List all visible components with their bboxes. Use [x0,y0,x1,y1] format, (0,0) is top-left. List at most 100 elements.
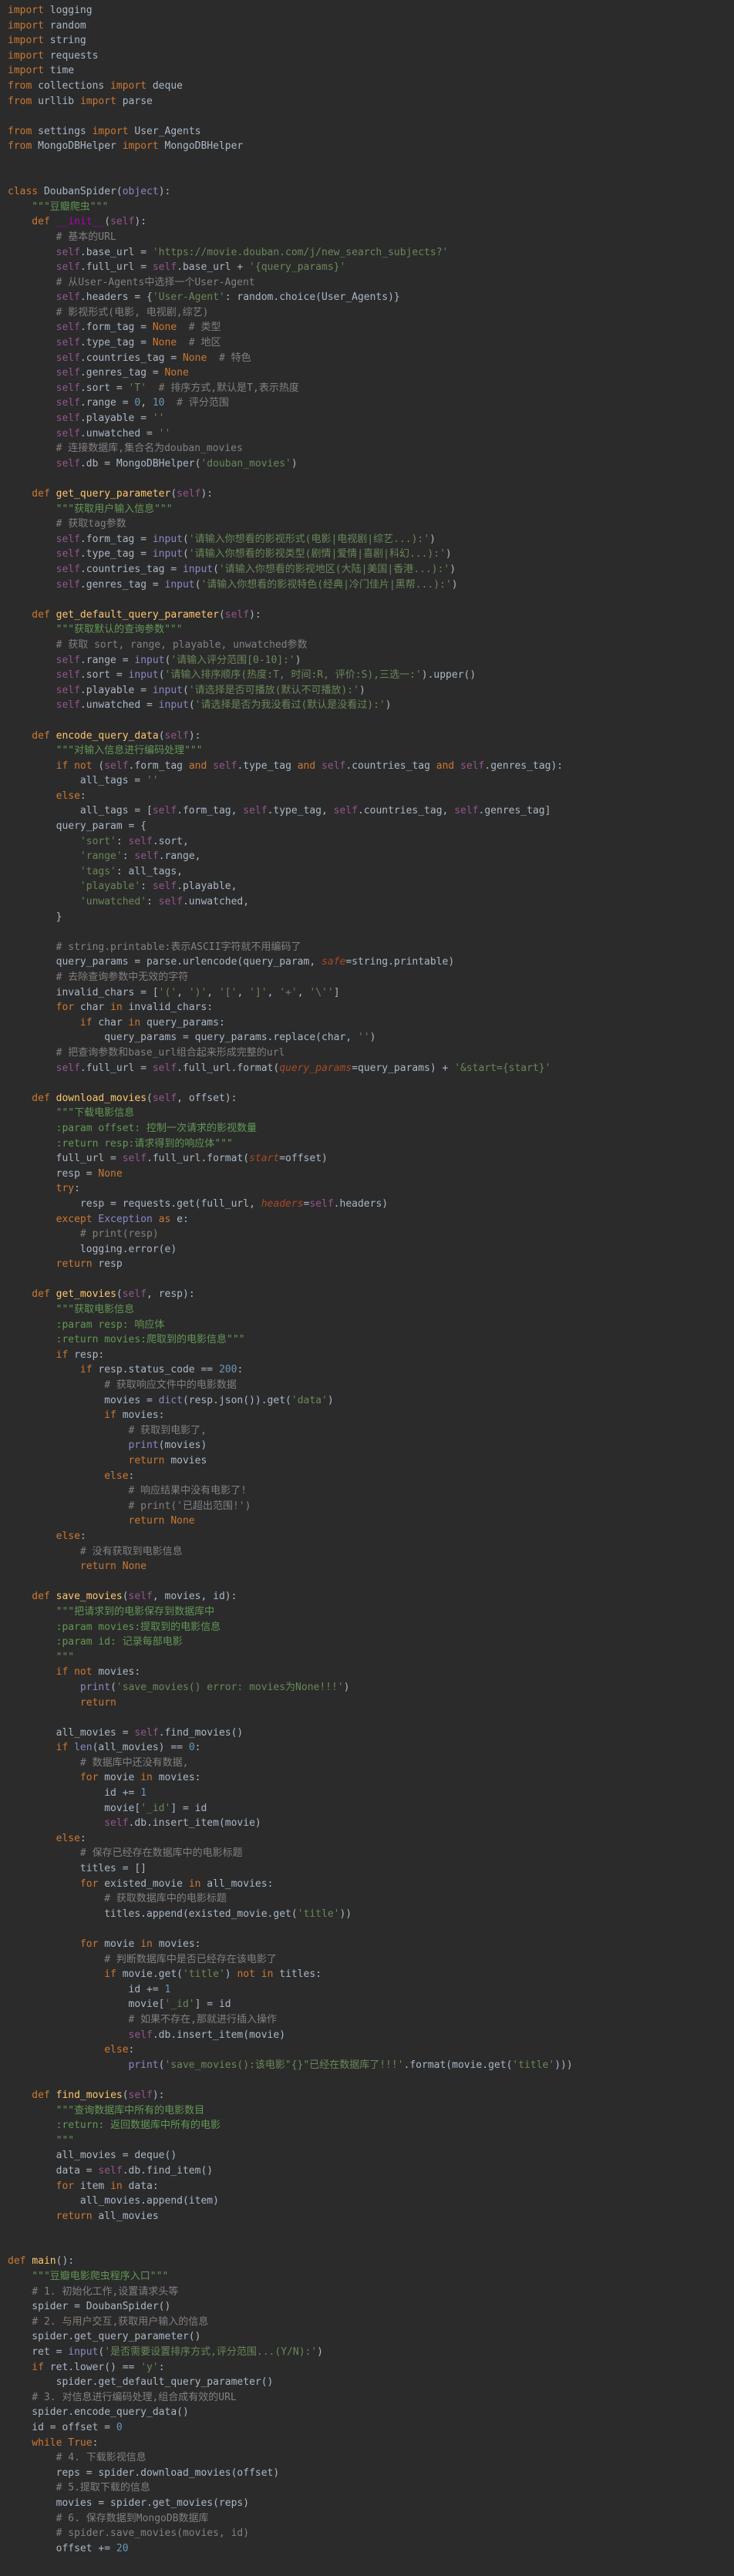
code-token: data: [128,2180,159,2192]
code-token: while [8,2436,69,2449]
code-token: '是否需要设置排序方式,评分范围...(Y/N):' [104,2346,318,2359]
code-line: """获取电影信息 [0,1302,734,1318]
code-token: print [8,2059,159,2071]
code-token: in [128,1016,147,1029]
code-line: for movie in movies: [0,1937,734,1952]
code-token: resp.status_code == [98,1364,219,1376]
code-editor[interactable]: import logging import random import string… [0,0,734,2576]
code-token: ( [158,669,165,682]
code-line: # 获取数据库中的电影标题 [0,1891,734,1907]
code-line: """获取用户输入信息""" [0,502,734,517]
code-line: # 获取响应文件中的电影数据 [0,1378,734,1393]
code-token: ): [134,216,147,228]
code-token: main [32,2255,56,2268]
code-token: import [8,35,44,47]
code-line: self.db = MongoDBHelper('douban_movies') [0,456,734,472]
code-token: query_params = parse.urlencode(query_par… [8,956,322,968]
code-token: else [8,2044,129,2056]
code-token: in [140,1938,159,1950]
code-token: .full_url = [79,261,153,274]
code-token: (resp.json()).get( [182,1394,291,1406]
code-line: self.form_tag = input('请输入你想看的影视形式(电影|电视… [0,532,734,547]
code-token: titles: [279,1968,322,1981]
code-token: movies: [122,1409,165,1422]
code-token: .db.find_item() [122,2164,214,2177]
code-token: MongoDBHelper [32,140,123,153]
code-token: all_movies = [8,1726,135,1739]
code-token: self [322,759,346,772]
code-token: self [8,548,80,561]
code-token: =offset) [279,1153,328,1165]
code-token: 'save_movies():该电影"{}"已经在数据库了!!!' [164,2059,404,2071]
code-line: try: [0,1181,734,1197]
code-token: """下载电影信息 [8,1107,135,1120]
code-token: 'playable' [8,881,141,893]
code-token: # spider.save_movies(movies, id) [8,2527,250,2540]
code-token: '+' [279,986,298,998]
code-token: .type_tag [237,759,298,772]
code-line: """把请求到的电影保存到数据库中 [0,1605,734,1620]
code-line: self.sort = 'T' # 排序方式,默认是T,表示热度 [0,381,734,396]
code-token: and [436,759,461,772]
code-token: .type_tag, [267,805,334,817]
code-line: """豆瓣爬虫""" [0,200,734,215]
code-token: .playable = [79,684,153,696]
code-token: # 3. 对信息进行编码处理,组合成有效的URL [8,2391,237,2403]
code-line: spider.get_default_query_parameter() [0,2375,734,2390]
code-token: .sort, [152,835,189,847]
code-token: import [8,49,44,62]
code-token: all_movies = deque() [8,2150,177,2162]
code-line: all_movies = deque() [0,2148,734,2164]
code-line: self.base_url = 'https://movie.douban.co… [0,245,734,261]
code-line: # 获取tag参数 [0,517,734,532]
code-token: : all_tags, [116,865,183,877]
code-token: __init__ [56,216,105,228]
code-token: ) [451,578,458,591]
code-token: if not [8,1666,99,1679]
code-token: urllib [32,95,80,107]
code-token: else [8,1470,129,1482]
code-token: .countries_tag = [79,563,183,575]
code-token: try [8,1183,75,1195]
code-line: movies = dict(resp.json()).get('data') [0,1393,734,1409]
code-token: from [8,79,32,92]
code-token: collections [32,79,111,92]
code-line: self.type_tag = input('请输入你想看的影视类型(剧情|爱情… [0,547,734,562]
code-token: '' [357,1032,370,1044]
code-token: 10 [152,397,165,409]
code-line: movies = spider.get_movies(reps) [0,2496,734,2511]
code-line: else: [0,2042,734,2058]
code-token: titles.append(existed_movie.get( [8,1908,298,1920]
code-token: random [43,19,86,32]
code-token: ret.lower() == [49,2361,141,2373]
code-token: offset += [8,2542,116,2554]
code-token: None [152,337,177,349]
code-line: 'tags': all_tags, [0,864,734,880]
code-token: encode_query_data [56,729,159,742]
code-line: """查询数据库中所有的电影数目 [0,2103,734,2119]
code-token: '请输入评分范围[0-10]:' [170,654,295,666]
code-line: # 如果不存在,那就进行插入操作 [0,2012,734,2028]
code-token: """豆瓣爬虫""" [8,200,109,213]
code-token: self [152,261,177,274]
code-token: ( [182,533,189,545]
code-token: """对输入信息进行编码处理""" [8,745,203,757]
code-token: 20 [116,2542,129,2554]
code-token: item [79,2180,111,2192]
code-line: def get_movies(self, resp): [0,1287,734,1302]
code-token: # string.printable:表示ASCII字符就不用编码了 [8,941,301,953]
code-line: print('save_movies() error: movies为None!… [0,1680,734,1695]
code-token: ( [188,699,195,712]
code-token: def [8,1288,56,1301]
code-token: ( [110,1681,116,1693]
code-token: resp = [8,1167,99,1180]
code-token: 'save_movies() error: movies为None!!!' [116,1681,344,1693]
code-token: import [122,140,159,153]
code-token: , [297,986,310,998]
code-token: # 2. 与用户交互,获取用户输入的信息 [8,2315,209,2328]
code-token: time [43,65,75,77]
code-line: id = offset = 0 [0,2420,734,2436]
code-token: self [8,382,80,394]
code-line: all_movies.append(item) [0,2194,734,2209]
